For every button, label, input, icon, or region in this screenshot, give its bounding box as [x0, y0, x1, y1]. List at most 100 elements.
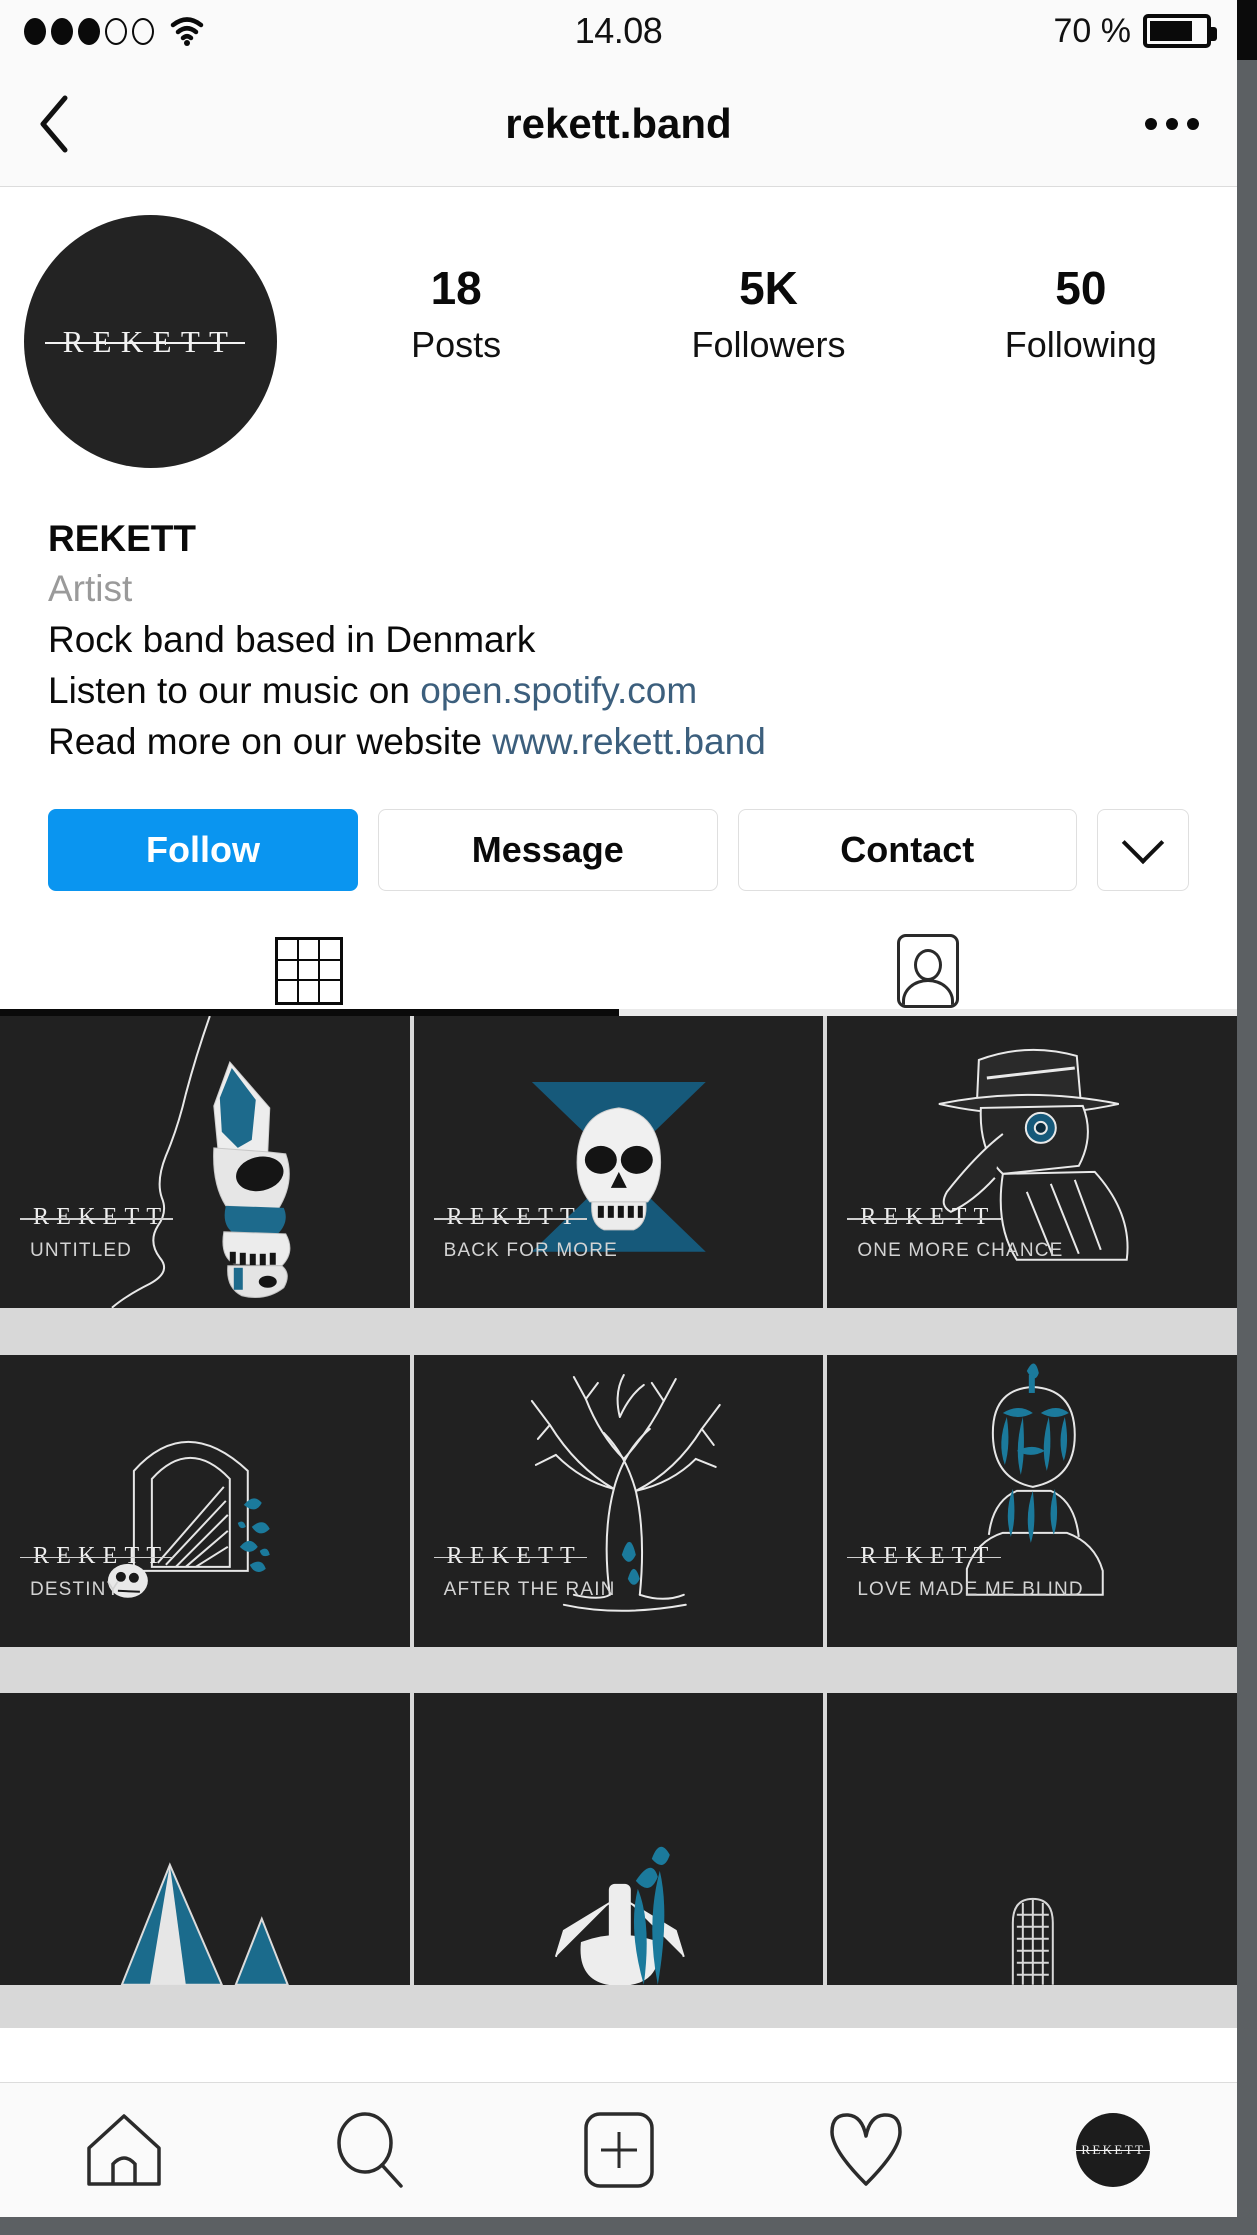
bio-line-1: Rock band based in Denmark	[48, 618, 536, 660]
stat-followers[interactable]: 5K Followers	[612, 260, 924, 366]
stat-followers-value: 5K	[739, 262, 798, 314]
contact-button[interactable]: Contact	[737, 809, 1077, 892]
profile-header: REKETT 18 Posts 5K Followers 50 Followin…	[0, 187, 1237, 468]
stat-posts-value: 18	[430, 262, 482, 314]
post-title: LOVE MADE ME BLIND	[857, 1578, 1084, 1600]
post-caption: REKETT AFTER THE RAIN	[433, 1542, 616, 1601]
avatar-logo-text: REKETT	[62, 323, 238, 359]
post-tile[interactable]	[413, 1693, 824, 1986]
grid-icon	[275, 933, 344, 1009]
post-logo-text: REKETT	[33, 1542, 169, 1569]
heart-icon	[830, 2113, 902, 2186]
stat-posts[interactable]: 18 Posts	[300, 260, 612, 366]
follow-button[interactable]: Follow	[48, 809, 358, 892]
stat-following[interactable]: 50 Following	[925, 260, 1237, 366]
post-logo-text: REKETT	[33, 1204, 169, 1231]
post-title: DESTINY	[30, 1578, 121, 1600]
post-logo: REKETT	[433, 1542, 588, 1570]
post-title: AFTER THE RAIN	[443, 1578, 616, 1600]
tab-grid[interactable]	[0, 933, 619, 1017]
profile-bio: REKETT Artist Rock band based in Denmark…	[0, 468, 1237, 768]
post-tile[interactable]: REKETT UNTITLED	[0, 1016, 410, 1309]
post-caption: REKETT ONE MORE CHANCE	[847, 1204, 1064, 1262]
chevron-down-icon	[1121, 821, 1165, 865]
screen-right-edge	[1237, 0, 1257, 2235]
message-button[interactable]: Message	[378, 809, 718, 892]
stat-posts-label: Posts	[411, 323, 502, 365]
search-nav-button[interactable]	[247, 2110, 494, 2190]
bio-line-2: Listen to our music on open.spotify.com	[48, 665, 1189, 716]
post-logo-text: REKETT	[860, 1542, 996, 1569]
post-tile[interactable]	[0, 1693, 410, 1986]
page-title: rekett.band	[505, 100, 732, 147]
post-logo-text: REKETT	[860, 1204, 996, 1231]
profile-nav-button[interactable]: REKETT	[990, 2113, 1237, 2187]
status-bar-clock: 14.08	[574, 10, 663, 51]
post-caption: REKETT DESTINY	[19, 1542, 174, 1601]
post-tile[interactable]: REKETT AFTER THE RAIN	[413, 1354, 824, 1647]
post-logo: REKETT	[847, 1542, 1001, 1570]
post-logo: REKETT	[433, 1204, 588, 1231]
post-caption: REKETT UNTITLED	[19, 1204, 174, 1262]
post-tile[interactable]: REKETT DESTINY	[0, 1354, 410, 1647]
nav-bar: rekett.band	[0, 62, 1237, 187]
website-link[interactable]: www.rekett.band	[492, 721, 766, 762]
post-logo: REKETT	[847, 1204, 1001, 1231]
bottom-nav-avatar-logo: REKETT	[1072, 2141, 1152, 2159]
activity-nav-button[interactable]	[742, 2110, 989, 2190]
bio-line-3: Read more on our website www.rekett.band	[48, 716, 1189, 767]
battery-icon	[1143, 14, 1217, 48]
battery-percent-label: 70 %	[1053, 11, 1132, 50]
screen-bottom-edge	[0, 2217, 1257, 2235]
avatar[interactable]: REKETT	[23, 215, 277, 468]
status-bar-right: 70 %	[1053, 11, 1217, 51]
post-artwork-microphone	[1012, 1898, 1055, 1986]
post-artwork-melting-head	[966, 1363, 1105, 1596]
more-options-icon[interactable]	[1145, 118, 1199, 130]
tab-tagged[interactable]	[618, 933, 1237, 1017]
post-logo-text: REKETT	[446, 1542, 582, 1569]
post-title: ONE MORE CHANCE	[857, 1240, 1064, 1262]
post-tile[interactable]	[827, 1693, 1237, 1986]
home-nav-button[interactable]	[0, 2112, 247, 2188]
post-title: BACK FOR MORE	[443, 1240, 618, 1262]
stat-following-value: 50	[1055, 262, 1107, 314]
bottom-nav-bar: REKETT	[0, 2082, 1237, 2217]
profile-avatar-icon: REKETT	[1072, 2113, 1152, 2187]
post-grid: REKETT UNTITLED REKETT BACK FOR MORE REK…	[0, 1016, 1237, 2029]
status-bar: 14.08 70 %	[0, 0, 1237, 62]
post-tile[interactable]: REKETT ONE MORE CHANCE	[827, 1016, 1237, 1309]
profile-category: Artist	[48, 567, 133, 609]
tab-tagged-indicator	[618, 1009, 1237, 1017]
post-artwork-skull-hourglass	[531, 1081, 706, 1252]
profile-stats: 18 Posts 5K Followers 50 Following	[300, 215, 1237, 468]
create-nav-button[interactable]	[495, 2110, 742, 2190]
post-artwork-skull-profile	[111, 1016, 291, 1308]
more-actions-button[interactable]	[1097, 809, 1189, 892]
post-title: UNTITLED	[30, 1240, 133, 1262]
post-caption: REKETT LOVE MADE ME BLIND	[847, 1542, 1084, 1601]
post-logo: REKETT	[19, 1204, 174, 1231]
bottom-nav-avatar-logo-text: REKETT	[1081, 2142, 1146, 2157]
post-tile[interactable]: REKETT BACK FOR MORE	[413, 1016, 824, 1309]
post-logo-text: REKETT	[446, 1204, 582, 1231]
post-artwork-bare-tree	[530, 1373, 721, 1612]
post-logo: REKETT	[19, 1542, 174, 1570]
home-icon	[86, 2114, 161, 2186]
avatar-logo: REKETT	[44, 323, 245, 360]
tab-grid-indicator	[0, 1009, 619, 1017]
profile-actions: Follow Message Contact	[0, 767, 1237, 892]
phone-screen: 14.08 70 % rekett.band REKETT 18 Posts 5…	[0, 0, 1237, 2217]
profile-display-name: REKETT	[48, 518, 196, 559]
post-artwork-skeleton-flowers	[554, 1847, 685, 1986]
spotify-link[interactable]: open.spotify.com	[420, 670, 697, 711]
post-artwork-mountains	[120, 1862, 289, 1986]
post-caption: REKETT BACK FOR MORE	[433, 1204, 618, 1262]
plus-square-icon	[583, 2112, 654, 2188]
avatar-container: REKETT	[0, 215, 300, 468]
bio-line-2-text: Listen to our music on	[48, 669, 421, 711]
stat-followers-label: Followers	[691, 323, 846, 365]
post-tile[interactable]: REKETT LOVE MADE ME BLIND	[827, 1354, 1237, 1647]
bio-line-3-text: Read more on our website	[48, 720, 493, 762]
post-artwork-gravestone-skull	[107, 1440, 270, 1598]
